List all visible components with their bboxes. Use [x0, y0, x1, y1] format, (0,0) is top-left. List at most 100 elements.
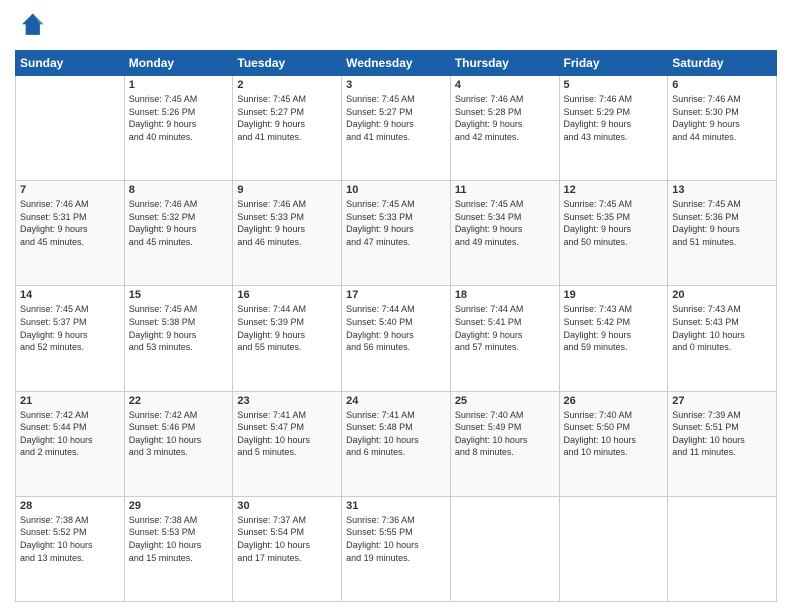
day-info: Sunrise: 7:45 AM Sunset: 5:36 PM Dayligh…: [672, 198, 772, 248]
calendar-day-header: Wednesday: [342, 51, 451, 76]
calendar-cell: 21 Sunrise: 7:42 AM Sunset: 5:44 PM Dayli…: [16, 391, 125, 496]
day-info: Sunrise: 7:38 AM Sunset: 5:53 PM Dayligh…: [129, 514, 229, 564]
calendar-cell: [668, 496, 777, 601]
day-number: 10: [346, 184, 446, 196]
calendar-cell: 1Sunrise: 7:45 AM Sunset: 5:26 PM Daylig…: [124, 76, 233, 181]
day-number: 4: [455, 79, 555, 91]
calendar-cell: 10 Sunrise: 7:45 AM Sunset: 5:33 PM Dayli…: [342, 181, 451, 286]
calendar-cell: 11Sunrise: 7:45 AM Sunset: 5:34 PM Dayli…: [450, 181, 559, 286]
day-number: 15: [129, 289, 229, 301]
day-info: Sunrise: 7:45 AM Sunset: 5:37 PM Dayligh…: [20, 303, 120, 353]
day-info: Sunrise: 7:37 AM Sunset: 5:54 PM Dayligh…: [237, 514, 337, 564]
calendar-cell: 20 Sunrise: 7:43 AM Sunset: 5:43 PM Dayli…: [668, 286, 777, 391]
calendar-week-row: 28 Sunrise: 7:38 AM Sunset: 5:52 PM Dayli…: [16, 496, 777, 601]
calendar-cell: 19 Sunrise: 7:43 AM Sunset: 5:42 PM Dayli…: [559, 286, 668, 391]
calendar-day-header: Friday: [559, 51, 668, 76]
calendar-cell: 31Sunrise: 7:36 AM Sunset: 5:55 PM Dayli…: [342, 496, 451, 601]
page: SundayMondayTuesdayWednesdayThursdayFrid…: [0, 0, 792, 612]
day-number: 2: [237, 79, 337, 91]
day-number: 14: [20, 289, 120, 301]
calendar-cell: 22 Sunrise: 7:42 AM Sunset: 5:46 PM Dayli…: [124, 391, 233, 496]
day-info: Sunrise: 7:45 AM Sunset: 5:27 PM Dayligh…: [346, 93, 446, 143]
day-number: 18: [455, 289, 555, 301]
logo-icon: [15, 10, 47, 42]
calendar-cell: 15 Sunrise: 7:45 AM Sunset: 5:38 PM Dayli…: [124, 286, 233, 391]
day-number: 29: [129, 500, 229, 512]
day-number: 12: [564, 184, 664, 196]
day-info: Sunrise: 7:42 AM Sunset: 5:46 PM Dayligh…: [129, 409, 229, 459]
day-number: 23: [237, 395, 337, 407]
day-number: 19: [564, 289, 664, 301]
day-info: Sunrise: 7:40 AM Sunset: 5:50 PM Dayligh…: [564, 409, 664, 459]
calendar-cell: 4 Sunrise: 7:46 AM Sunset: 5:28 PM Daylig…: [450, 76, 559, 181]
day-number: 17: [346, 289, 446, 301]
day-number: 20: [672, 289, 772, 301]
day-number: 24: [346, 395, 446, 407]
day-info: Sunrise: 7:41 AM Sunset: 5:48 PM Dayligh…: [346, 409, 446, 459]
calendar-cell: 18 Sunrise: 7:44 AM Sunset: 5:41 PM Dayli…: [450, 286, 559, 391]
day-info: Sunrise: 7:46 AM Sunset: 5:33 PM Dayligh…: [237, 198, 337, 248]
calendar-cell: 3 Sunrise: 7:45 AM Sunset: 5:27 PM Daylig…: [342, 76, 451, 181]
day-number: 1: [129, 79, 229, 91]
day-info: Sunrise: 7:46 AM Sunset: 5:30 PM Dayligh…: [672, 93, 772, 143]
day-info: Sunrise: 7:45 AM Sunset: 5:38 PM Dayligh…: [129, 303, 229, 353]
day-number: 21: [20, 395, 120, 407]
day-number: 7: [20, 184, 120, 196]
calendar-day-header: Saturday: [668, 51, 777, 76]
calendar-header-row: SundayMondayTuesdayWednesdayThursdayFrid…: [16, 51, 777, 76]
calendar-week-row: 14 Sunrise: 7:45 AM Sunset: 5:37 PM Dayli…: [16, 286, 777, 391]
calendar-table: SundayMondayTuesdayWednesdayThursdayFrid…: [15, 50, 777, 602]
logo: [15, 10, 51, 42]
calendar-cell: 9 Sunrise: 7:46 AM Sunset: 5:33 PM Daylig…: [233, 181, 342, 286]
calendar-week-row: 21 Sunrise: 7:42 AM Sunset: 5:44 PM Dayli…: [16, 391, 777, 496]
calendar-cell: 30Sunrise: 7:37 AM Sunset: 5:54 PM Dayli…: [233, 496, 342, 601]
calendar-cell: [559, 496, 668, 601]
calendar-cell: 8Sunrise: 7:46 AM Sunset: 5:32 PM Daylig…: [124, 181, 233, 286]
day-number: 11: [455, 184, 555, 196]
calendar-day-header: Thursday: [450, 51, 559, 76]
day-number: 6: [672, 79, 772, 91]
day-info: Sunrise: 7:45 AM Sunset: 5:35 PM Dayligh…: [564, 198, 664, 248]
day-info: Sunrise: 7:39 AM Sunset: 5:51 PM Dayligh…: [672, 409, 772, 459]
calendar-cell: [450, 496, 559, 601]
day-number: 27: [672, 395, 772, 407]
day-info: Sunrise: 7:44 AM Sunset: 5:40 PM Dayligh…: [346, 303, 446, 353]
day-info: Sunrise: 7:43 AM Sunset: 5:42 PM Dayligh…: [564, 303, 664, 353]
header: [15, 10, 777, 42]
day-info: Sunrise: 7:38 AM Sunset: 5:52 PM Dayligh…: [20, 514, 120, 564]
day-info: Sunrise: 7:45 AM Sunset: 5:33 PM Dayligh…: [346, 198, 446, 248]
calendar-cell: 13 Sunrise: 7:45 AM Sunset: 5:36 PM Dayli…: [668, 181, 777, 286]
day-number: 16: [237, 289, 337, 301]
day-number: 28: [20, 500, 120, 512]
calendar-cell: 2Sunrise: 7:45 AM Sunset: 5:27 PM Daylig…: [233, 76, 342, 181]
day-info: Sunrise: 7:46 AM Sunset: 5:28 PM Dayligh…: [455, 93, 555, 143]
day-info: Sunrise: 7:41 AM Sunset: 5:47 PM Dayligh…: [237, 409, 337, 459]
calendar-cell: 6 Sunrise: 7:46 AM Sunset: 5:30 PM Daylig…: [668, 76, 777, 181]
day-number: 9: [237, 184, 337, 196]
calendar-cell: [16, 76, 125, 181]
calendar-cell: 16 Sunrise: 7:44 AM Sunset: 5:39 PM Dayli…: [233, 286, 342, 391]
day-info: Sunrise: 7:40 AM Sunset: 5:49 PM Dayligh…: [455, 409, 555, 459]
day-number: 25: [455, 395, 555, 407]
calendar-cell: 5Sunrise: 7:46 AM Sunset: 5:29 PM Daylig…: [559, 76, 668, 181]
calendar-day-header: Monday: [124, 51, 233, 76]
calendar-cell: 7 Sunrise: 7:46 AM Sunset: 5:31 PM Daylig…: [16, 181, 125, 286]
day-info: Sunrise: 7:42 AM Sunset: 5:44 PM Dayligh…: [20, 409, 120, 459]
day-info: Sunrise: 7:44 AM Sunset: 5:41 PM Dayligh…: [455, 303, 555, 353]
day-info: Sunrise: 7:43 AM Sunset: 5:43 PM Dayligh…: [672, 303, 772, 353]
calendar-week-row: 7 Sunrise: 7:46 AM Sunset: 5:31 PM Daylig…: [16, 181, 777, 286]
day-number: 31: [346, 500, 446, 512]
day-info: Sunrise: 7:44 AM Sunset: 5:39 PM Dayligh…: [237, 303, 337, 353]
day-number: 22: [129, 395, 229, 407]
calendar-cell: 28 Sunrise: 7:38 AM Sunset: 5:52 PM Dayli…: [16, 496, 125, 601]
day-number: 13: [672, 184, 772, 196]
calendar-week-row: 1Sunrise: 7:45 AM Sunset: 5:26 PM Daylig…: [16, 76, 777, 181]
calendar-cell: 12 Sunrise: 7:45 AM Sunset: 5:35 PM Dayli…: [559, 181, 668, 286]
day-number: 3: [346, 79, 446, 91]
day-info: Sunrise: 7:46 AM Sunset: 5:31 PM Dayligh…: [20, 198, 120, 248]
calendar-cell: 14 Sunrise: 7:45 AM Sunset: 5:37 PM Dayli…: [16, 286, 125, 391]
calendar-day-header: Tuesday: [233, 51, 342, 76]
calendar-cell: 29 Sunrise: 7:38 AM Sunset: 5:53 PM Dayli…: [124, 496, 233, 601]
calendar-cell: 23 Sunrise: 7:41 AM Sunset: 5:47 PM Dayli…: [233, 391, 342, 496]
calendar-cell: 27 Sunrise: 7:39 AM Sunset: 5:51 PM Dayli…: [668, 391, 777, 496]
